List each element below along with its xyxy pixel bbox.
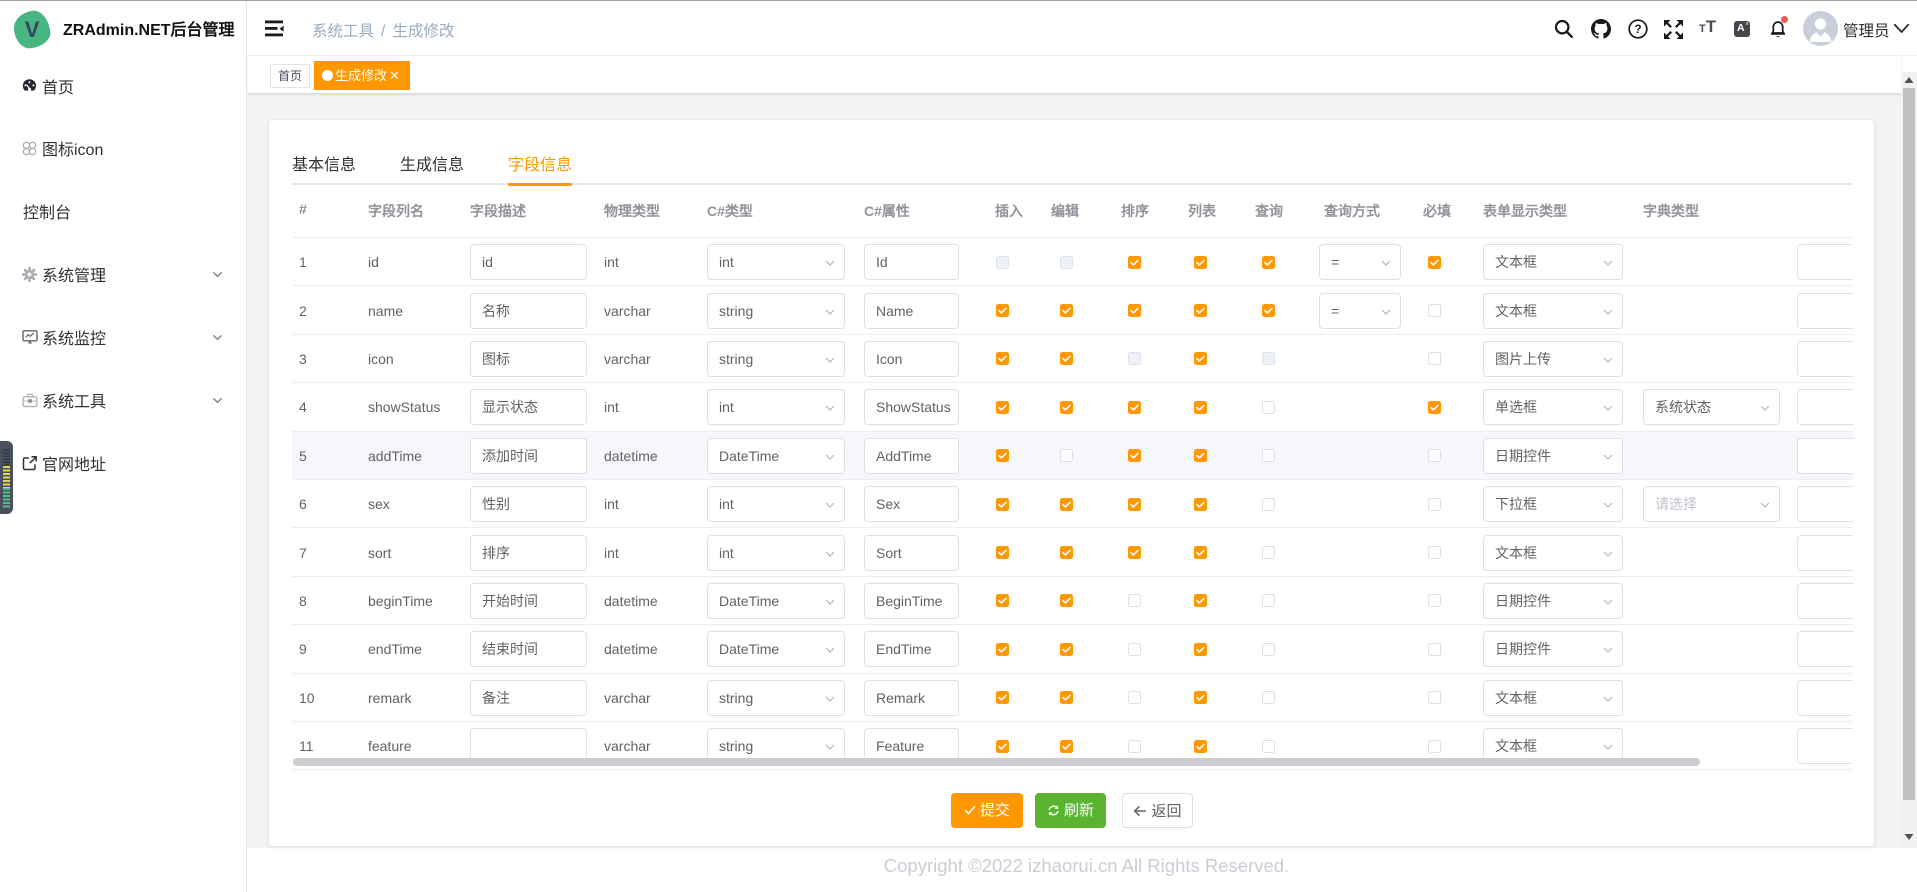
svg-text:?: ?: [1634, 24, 1641, 36]
